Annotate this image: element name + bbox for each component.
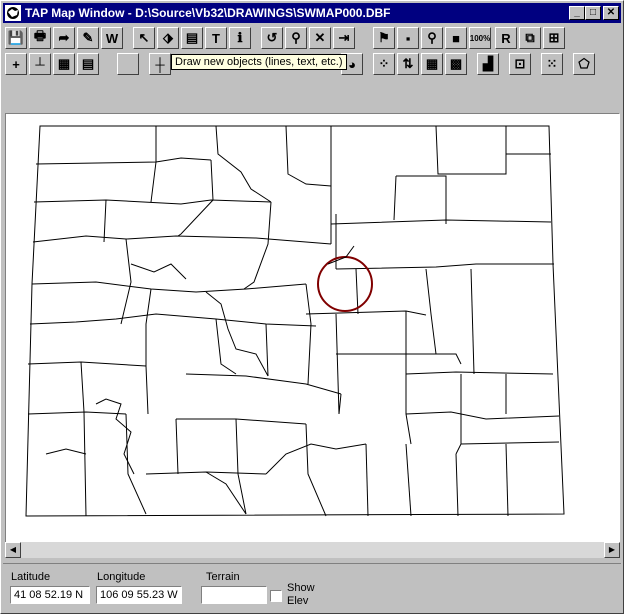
- add-point-icon: +: [12, 56, 20, 72]
- terrain-field[interactable]: [201, 586, 267, 604]
- overlay-icon: ⊞: [548, 30, 560, 45]
- show-elev-label-line2: Elev: [287, 595, 309, 607]
- pin-button[interactable]: ⚲: [421, 27, 443, 49]
- grid-button[interactable]: ▦: [53, 53, 75, 75]
- red-block-button[interactable]: ■: [445, 27, 467, 49]
- color-grid-button[interactable]: ▩: [445, 53, 467, 75]
- edit-sheet-icon: ✎: [82, 30, 94, 45]
- pie-chart-icon: ◕: [348, 56, 356, 72]
- window-title: TAP Map Window - D:\Source\Vb32\DRAWINGS…: [25, 6, 391, 20]
- scatter-points-button[interactable]: ⁘: [373, 53, 395, 75]
- export-arrow-icon: ➦: [58, 30, 70, 45]
- red-block-icon: ■: [452, 30, 460, 46]
- w-tool-button[interactable]: W: [101, 27, 123, 49]
- print-icon: 🖶: [33, 28, 47, 43]
- wand-icon: ⚲: [291, 30, 301, 45]
- table-grid-button[interactable]: ▦: [421, 53, 443, 75]
- dotted-grid-icon: ⁙: [546, 56, 558, 71]
- select-objects-icon: ⬗: [163, 30, 173, 45]
- map-canvas[interactable]: [5, 113, 620, 543]
- text-tool-icon: T: [212, 30, 220, 46]
- small-square-icon: ▪: [405, 30, 411, 46]
- delete-x-icon: ✕: [314, 30, 326, 45]
- pin-icon: ⚲: [427, 30, 437, 45]
- longitude-field[interactable]: 106 09 55.23 W: [96, 586, 182, 604]
- table-grid-icon: ▦: [425, 56, 439, 71]
- exit-door-button[interactable]: ⇥: [333, 27, 355, 49]
- title-bar[interactable]: TAP Map Window - D:\Source\Vb32\DRAWINGS…: [3, 3, 621, 23]
- polygon-icon: ⬠: [578, 56, 590, 71]
- zoom-100-button[interactable]: 100%: [469, 27, 491, 49]
- app-globe-icon: [5, 5, 21, 21]
- colorado-county-map[interactable]: [6, 114, 619, 542]
- horizontal-scrollbar[interactable]: ◀ ▶: [5, 542, 620, 558]
- add-point-button[interactable]: +: [5, 53, 27, 75]
- info-icon: ℹ: [237, 30, 243, 45]
- blank-tool-button[interactable]: [117, 53, 139, 75]
- copy-layer-button[interactable]: ⧉: [519, 27, 541, 49]
- grid-icon: ▦: [57, 56, 71, 71]
- dotted-grid-button[interactable]: ⁙: [541, 53, 563, 75]
- layers-button[interactable]: ▤: [181, 27, 203, 49]
- status-panel: Latitude 41 08 52.19 N Longitude 106 09 …: [3, 563, 621, 613]
- color-grid-icon: ▩: [449, 56, 463, 71]
- r-tool-button[interactable]: R: [495, 27, 517, 49]
- histogram-button[interactable]: ▟: [477, 53, 499, 75]
- save-button[interactable]: 💾: [5, 27, 27, 49]
- pointer-button[interactable]: ↖: [133, 27, 155, 49]
- latitude-field[interactable]: 41 08 52.19 N: [10, 586, 90, 604]
- text-tool-button[interactable]: T: [205, 27, 227, 49]
- w-tool-icon: W: [105, 30, 119, 46]
- layers-icon: ▤: [185, 30, 199, 45]
- small-square-button[interactable]: ▪: [397, 27, 419, 49]
- network-button[interactable]: ⊡: [509, 53, 531, 75]
- wand-button[interactable]: ⚲: [285, 27, 307, 49]
- show-elev-label-line1: Show: [287, 582, 315, 594]
- scroll-left-button[interactable]: ◀: [5, 542, 21, 558]
- scale-bar-button[interactable]: ┴: [29, 53, 51, 75]
- maximize-button[interactable]: □: [585, 6, 601, 20]
- edit-sheet-button[interactable]: ✎: [77, 27, 99, 49]
- longitude-label: Longitude: [97, 571, 146, 583]
- map-window: TAP Map Window - D:\Source\Vb32\DRAWINGS…: [0, 0, 624, 614]
- notes-button[interactable]: ▤: [77, 53, 99, 75]
- info-button[interactable]: ℹ: [229, 27, 251, 49]
- pointer-icon: ↖: [138, 30, 150, 45]
- network-icon: ⊡: [514, 56, 526, 71]
- scale-bar-icon: ┴: [35, 56, 45, 72]
- delete-x-button[interactable]: ✕: [309, 27, 331, 49]
- tooltip: Draw new objects (lines, text, etc.): [171, 54, 347, 70]
- draw-line-button[interactable]: ┼: [149, 53, 171, 75]
- location-marker-circle: [317, 256, 373, 312]
- notes-icon: ▤: [81, 56, 95, 71]
- green-flag-button[interactable]: ⚑: [373, 27, 395, 49]
- polygon-button[interactable]: ⬠: [573, 53, 595, 75]
- draw-line-icon: ┼: [155, 56, 165, 72]
- undo-arrow-icon: ↺: [266, 30, 278, 45]
- scroll-right-button[interactable]: ▶: [604, 542, 620, 558]
- green-flag-icon: ⚑: [378, 30, 390, 45]
- export-arrow-button[interactable]: ➦: [53, 27, 75, 49]
- show-elev-checkbox[interactable]: [270, 590, 282, 602]
- minimize-button[interactable]: _: [569, 6, 585, 20]
- state-border: [25, 125, 565, 517]
- save-icon: 💾: [7, 30, 25, 45]
- r-tool-icon: R: [501, 30, 511, 46]
- print-button[interactable]: 🖶: [29, 27, 51, 49]
- undo-arrow-button[interactable]: ↺: [261, 27, 283, 49]
- red-arrows-icon: ⇅: [402, 56, 414, 71]
- red-arrows-button[interactable]: ⇅: [397, 53, 419, 75]
- scatter-points-icon: ⁘: [378, 56, 390, 71]
- select-objects-button[interactable]: ⬗: [157, 27, 179, 49]
- zoom-100-icon: 100%: [469, 33, 491, 43]
- terrain-label: Terrain: [206, 571, 240, 583]
- latitude-label: Latitude: [11, 571, 51, 583]
- copy-layer-icon: ⧉: [525, 30, 535, 45]
- overlay-button[interactable]: ⊞: [543, 27, 565, 49]
- histogram-icon: ▟: [483, 56, 493, 71]
- close-button[interactable]: ✕: [603, 6, 619, 20]
- exit-door-icon: ⇥: [338, 30, 350, 45]
